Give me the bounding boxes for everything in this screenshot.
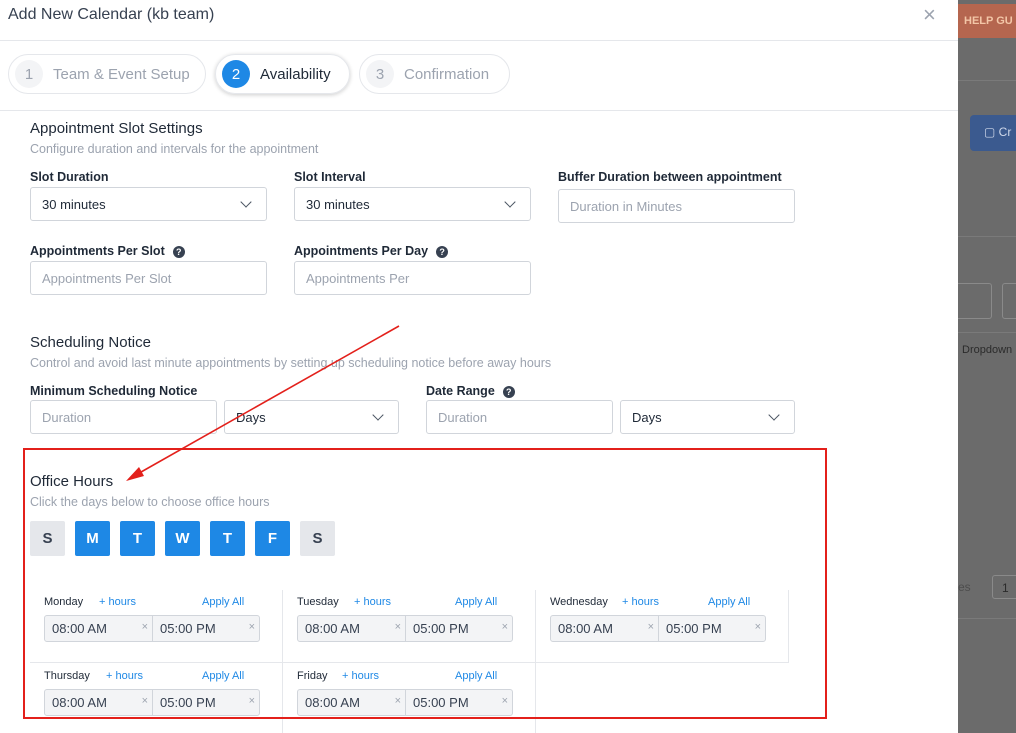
bg-create-button: ▢ Cr — [970, 115, 1016, 151]
bg-divider — [958, 80, 1016, 81]
bg-divider — [958, 236, 1016, 237]
bg-divider — [958, 618, 1016, 619]
bg-input — [958, 283, 992, 319]
background-app: HELP GU ▢ Cr Dropdown es 1 — [958, 0, 1016, 733]
bg-divider — [958, 332, 1016, 333]
calendar-icon: ▢ — [984, 125, 999, 139]
bg-side-text: es — [958, 580, 971, 594]
help-guide-banner: HELP GU — [958, 4, 1016, 38]
bg-input — [1002, 283, 1016, 319]
bg-dropdown-text: Dropdown — [962, 344, 1013, 356]
add-calendar-modal: Add New Calendar (kb team) × 1 Team & Ev… — [0, 0, 958, 733]
bg-page-number: 1 — [992, 575, 1016, 599]
annotation-arrow — [126, 325, 400, 481]
